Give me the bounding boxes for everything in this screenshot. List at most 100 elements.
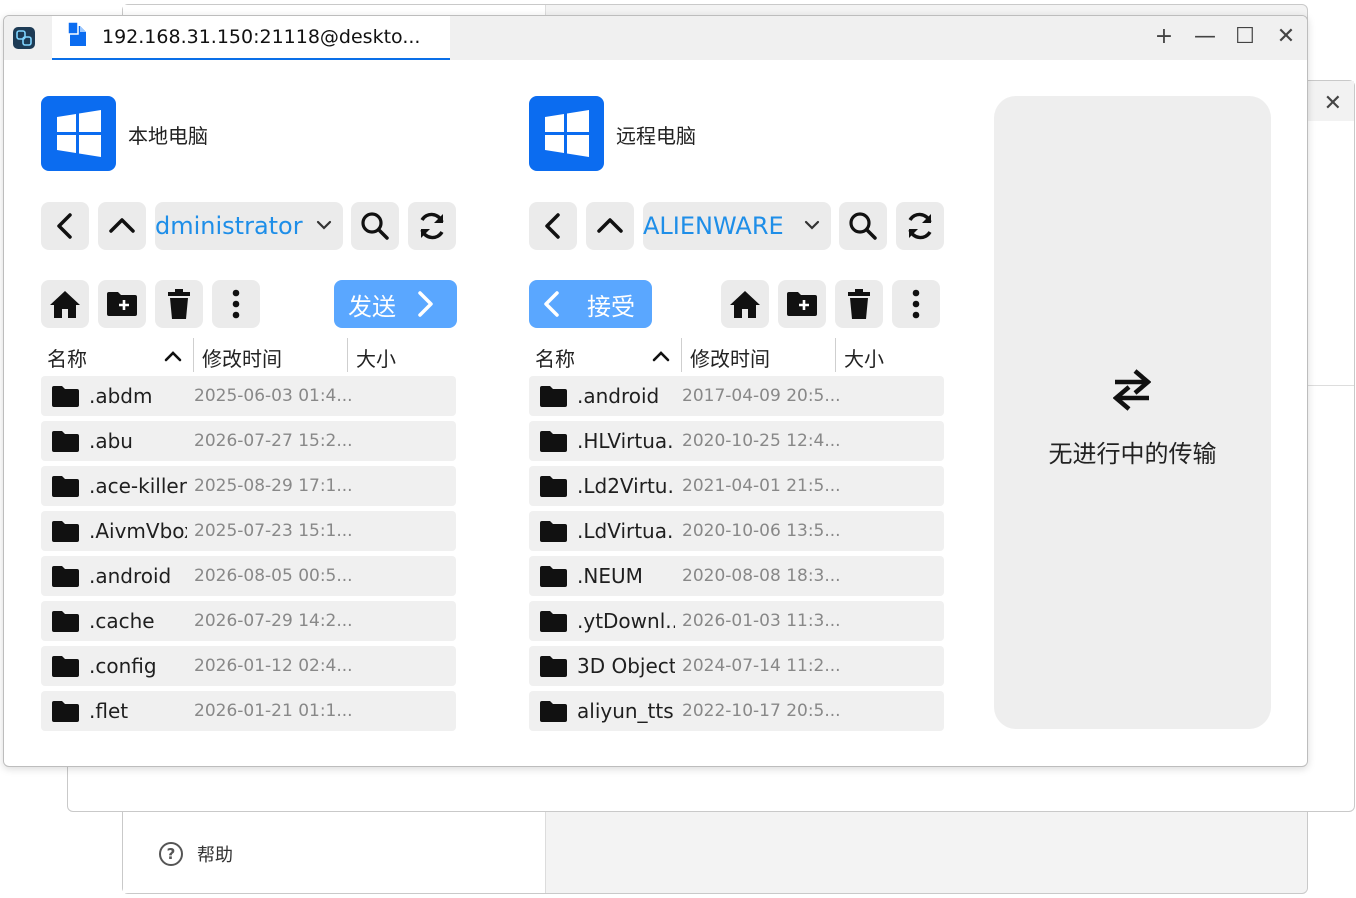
local-home-button[interactable] [41,280,89,328]
remote-up-button[interactable] [586,202,634,250]
local-up-button[interactable] [98,202,146,250]
folder-icon [540,701,567,722]
local-file-row[interactable]: .AivmVbox 2025-07-23 15:1... [41,511,456,551]
folder-icon [540,566,567,587]
chevron-up-icon [109,218,135,233]
remote-file-row[interactable]: 3D Objects 2024-07-14 11:2... [529,646,944,686]
file-modified: 2017-04-09 20:5... [682,386,841,406]
receive-button[interactable]: 接受 [529,280,652,328]
file-modified: 2024-07-14 11:2... [682,656,841,676]
local-new-folder-button[interactable] [98,280,146,328]
file-modified: 2025-07-23 15:1... [194,521,353,541]
sort-ascending-icon[interactable] [651,349,671,363]
folder-icon [52,611,79,632]
add-tab-button[interactable]: + [1149,24,1179,49]
minimize-button[interactable]: — [1190,24,1220,49]
more-vertical-icon [232,289,240,319]
sort-ascending-icon[interactable] [163,349,183,363]
help-label: 帮助 [197,845,233,866]
file-modified: 2026-07-27 15:2... [194,431,353,451]
folder-icon [540,656,567,677]
local-delete-button[interactable] [155,280,203,328]
remote-back-button[interactable] [529,202,577,250]
folder-icon [540,386,567,407]
local-more-button[interactable] [212,280,260,328]
remote-refresh-button[interactable] [896,202,944,250]
file-name: .AivmVbox [89,519,187,543]
folder-icon [52,656,79,677]
file-modified: 2020-10-25 12:4... [682,431,841,451]
session-tab[interactable]: 192.168.31.150:21118@deskto... [52,16,450,60]
local-file-row[interactable]: .android 2026-08-05 00:5... [41,556,456,596]
send-button[interactable]: 发送 [334,280,457,328]
file-modified: 2026-01-12 02:4... [194,656,353,676]
home-icon [730,291,760,318]
local-file-row[interactable]: .flet 2026-01-21 01:1... [41,691,456,731]
file-name: .HLVirtua... [577,429,675,453]
transfer-arrows-icon [1113,369,1151,411]
local-file-row[interactable]: .abu 2026-07-27 15:2... [41,421,456,461]
local-header-name[interactable]: 名称 [47,343,87,372]
local-refresh-button[interactable] [408,202,456,250]
remote-header-modified[interactable]: 修改时间 [690,343,770,372]
receive-label: 接受 [587,292,635,321]
column-divider [835,338,836,372]
new-folder-icon [787,292,817,316]
remote-more-button[interactable] [892,280,940,328]
help-item[interactable]: ? 帮助 [159,841,233,867]
search-icon [849,212,877,240]
file-name: .ytDownl... [577,609,675,633]
remote-new-folder-button[interactable] [778,280,826,328]
remote-file-row[interactable]: .NEUM 2020-08-08 18:3... [529,556,944,596]
remote-path-text: ALIENWARE [643,212,784,240]
local-header-modified[interactable]: 修改时间 [202,343,282,372]
remote-file-row[interactable]: .LdVirtua... 2020-10-06 13:5... [529,511,944,551]
remote-file-row[interactable]: .ytDownl... 2026-01-03 11:3... [529,601,944,641]
remote-search-button[interactable] [839,202,887,250]
windows-logo-icon [529,96,604,171]
remote-file-row[interactable]: .android 2017-04-09 20:5... [529,376,944,416]
remote-header-name[interactable]: 名称 [535,343,575,372]
maximize-button[interactable]: ☐ [1230,24,1260,49]
remote-file-row[interactable]: aliyun_tts 2022-10-17 20:5... [529,691,944,731]
local-path-select[interactable]: dministrator [155,202,343,250]
app-icon [13,27,35,49]
file-name: aliyun_tts [577,699,674,723]
file-modified: 2022-10-17 20:5... [682,701,841,721]
local-search-button[interactable] [351,202,399,250]
close-button[interactable]: ✕ [1271,24,1301,49]
column-divider [347,338,348,372]
background-close-icon[interactable]: ✕ [1324,91,1342,116]
windows-logo-icon [41,96,116,171]
remote-path-select[interactable]: ALIENWARE [643,202,831,250]
file-name: .ace-killer [89,474,187,498]
column-divider [681,338,682,372]
remote-delete-button[interactable] [835,280,883,328]
local-header-size[interactable]: 大小 [356,343,396,372]
chevron-up-icon [597,218,623,233]
file-modified: 2020-08-08 18:3... [682,566,841,586]
file-modified: 2020-10-06 13:5... [682,521,841,541]
file-name: .Ld2Virtu... [577,474,675,498]
local-file-row[interactable]: .config 2026-01-12 02:4... [41,646,456,686]
file-name: .abdm [89,384,153,408]
file-modified: 2026-08-05 00:5... [194,566,353,586]
remote-home-button[interactable] [721,280,769,328]
chevron-left-icon [544,291,559,317]
refresh-icon [908,212,932,240]
trash-icon [848,289,870,319]
remote-header-size[interactable]: 大小 [844,343,884,372]
local-file-row[interactable]: .abdm 2025-06-03 01:4... [41,376,456,416]
remote-file-row[interactable]: .Ld2Virtu... 2021-04-01 21:5... [529,466,944,506]
file-name: .config [89,654,157,678]
search-icon [361,212,389,240]
folder-icon [52,386,79,407]
transfer-status: 无进行中的传输 [1048,440,1217,468]
send-label: 发送 [348,292,396,321]
folder-icon [52,701,79,722]
local-back-button[interactable] [41,202,89,250]
file-tab-icon [67,21,90,52]
remote-file-row[interactable]: .HLVirtua... 2020-10-25 12:4... [529,421,944,461]
local-file-row[interactable]: .ace-killer 2025-08-29 17:1... [41,466,456,506]
local-file-row[interactable]: .cache 2026-07-29 14:2... [41,601,456,641]
